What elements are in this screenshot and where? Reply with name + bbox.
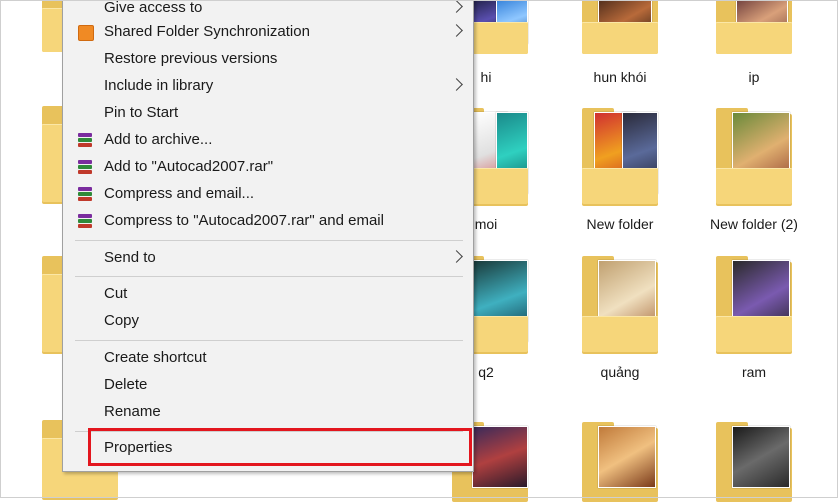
properties-highlight-box (88, 428, 472, 466)
menu-item-delete[interactable]: Delete (63, 372, 473, 398)
menu-item-add-to-archive[interactable]: Add to archive... (63, 127, 473, 153)
chevron-right-icon (450, 78, 463, 91)
folder-new-folder[interactable] (582, 108, 660, 206)
winrar-icon (78, 214, 92, 228)
menu-item-label: Send to (104, 249, 156, 266)
sync-icon (78, 25, 94, 41)
folder-new-folder-2[interactable] (716, 108, 794, 206)
menu-item-label: Pin to Start (104, 104, 179, 121)
folder-row4-col4[interactable] (716, 422, 794, 502)
menu-item-label: Give access to (104, 0, 203, 16)
menu-item-label: Cut (104, 285, 128, 302)
winrar-icon (78, 133, 92, 147)
folder-label-ram: ram (741, 364, 767, 380)
menu-item-label: Restore previous versions (104, 50, 278, 67)
chevron-right-icon (450, 24, 463, 37)
menu-item-pin-to-start[interactable]: Pin to Start (63, 100, 473, 126)
folder-ip[interactable] (716, 0, 794, 54)
winrar-icon (78, 160, 92, 174)
menu-item-create-shortcut[interactable]: Create shortcut (63, 345, 473, 371)
menu-item-label: Add to archive... (104, 131, 213, 148)
menu-item-label: Copy (104, 312, 140, 329)
menu-item-add-to-rar[interactable]: Add to "Autocad2007.rar" (63, 154, 473, 180)
context-menu: Give access to Shared Folder Synchroniza… (62, 0, 474, 472)
menu-item-give-access[interactable]: Give access to (63, 0, 473, 21)
chevron-right-icon (450, 250, 463, 263)
folder-label-new-folder-2: New folder (2) (710, 216, 798, 232)
folder-ram[interactable] (716, 256, 794, 354)
menu-item-restore-previous-versions[interactable]: Restore previous versions (63, 46, 473, 72)
menu-item-copy[interactable]: Copy (63, 308, 473, 334)
folder-label-hun-khoi: hun khói (593, 69, 647, 85)
menu-separator (75, 240, 463, 241)
menu-item-label: Compress to "Autocad2007.rar" and email (104, 212, 384, 229)
folder-hun-khoi[interactable] (582, 0, 660, 54)
menu-item-compress-and-email[interactable]: Compress and email... (63, 181, 473, 207)
menu-item-label: Delete (104, 376, 148, 393)
folder-label-new-folder: New folder (586, 216, 654, 232)
menu-item-label: Include in library (104, 77, 214, 94)
menu-separator (75, 340, 463, 341)
menu-item-cut[interactable]: Cut (63, 281, 473, 307)
folder-quang[interactable] (582, 256, 660, 354)
menu-item-label: Create shortcut (104, 349, 207, 366)
menu-item-label: Rename (104, 403, 161, 420)
menu-item-compress-to-rar-and-email[interactable]: Compress to "Autocad2007.rar" and email (63, 208, 473, 234)
menu-item-rename[interactable]: Rename (63, 399, 473, 425)
folder-label-ip: ip (748, 69, 760, 85)
menu-separator (75, 276, 463, 277)
menu-item-include-in-library[interactable]: Include in library (63, 73, 473, 99)
menu-item-label: Compress and email... (104, 185, 255, 202)
chevron-right-icon (450, 0, 463, 13)
winrar-icon (78, 187, 92, 201)
menu-item-send-to[interactable]: Send to (63, 245, 473, 271)
menu-item-shared-folder-sync[interactable]: Shared Folder Synchronization (63, 19, 473, 45)
menu-item-label: Add to "Autocad2007.rar" (104, 158, 274, 175)
folder-row4-col3[interactable] (582, 422, 660, 502)
folder-label-quang: quảng (600, 364, 640, 380)
menu-item-label: Shared Folder Synchronization (104, 23, 310, 40)
